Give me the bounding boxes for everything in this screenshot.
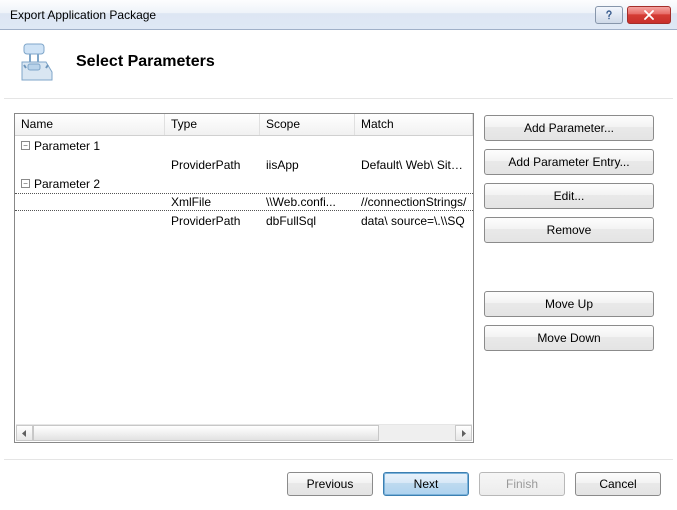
- add-parameter-button[interactable]: Add Parameter...: [484, 115, 654, 141]
- add-parameter-label: Add Parameter...: [524, 121, 614, 135]
- cell-match: //connectionStrings/: [355, 194, 473, 210]
- cell-match: data\ source=\.\\SQ: [355, 213, 473, 229]
- column-header-name[interactable]: Name: [15, 114, 165, 135]
- window-title: Export Application Package: [6, 8, 595, 22]
- add-parameter-entry-button[interactable]: Add Parameter Entry...: [484, 149, 654, 175]
- collapse-icon[interactable]: −: [21, 179, 30, 188]
- chevron-left-icon: [21, 430, 28, 437]
- help-icon: [604, 10, 614, 20]
- cell-scope: iisApp: [260, 157, 355, 173]
- help-button[interactable]: [595, 6, 623, 24]
- next-button[interactable]: Next: [383, 472, 469, 496]
- table-row[interactable]: − Parameter 2: [15, 174, 473, 193]
- finish-button: Finish: [479, 472, 565, 496]
- page-title: Select Parameters: [76, 53, 215, 71]
- add-parameter-entry-label: Add Parameter Entry...: [508, 155, 629, 169]
- edit-label: Edit...: [554, 189, 585, 203]
- cancel-label: Cancel: [599, 477, 636, 491]
- table-body: − Parameter 1 ProviderPath iisApp Defaul…: [15, 136, 473, 230]
- cell-type: XmlFile: [165, 194, 260, 210]
- package-icon: [16, 40, 60, 84]
- column-header-scope[interactable]: Scope: [260, 114, 355, 135]
- remove-label: Remove: [547, 223, 592, 237]
- row-name: Parameter 1: [34, 139, 100, 153]
- chevron-right-icon: [460, 430, 467, 437]
- scroll-thumb[interactable]: [33, 425, 379, 441]
- close-icon: [643, 10, 655, 20]
- edit-button[interactable]: Edit...: [484, 183, 654, 209]
- wizard-header: Select Parameters: [0, 30, 677, 98]
- table-row[interactable]: ProviderPath dbFullSql data\ source=\.\\…: [15, 211, 473, 230]
- table-row[interactable]: XmlFile \\Web.confi... //connectionStrin…: [15, 193, 473, 211]
- scroll-track[interactable]: [33, 425, 455, 441]
- move-down-label: Move Down: [537, 331, 600, 345]
- title-bar: Export Application Package: [0, 0, 677, 30]
- side-panel: Add Parameter... Add Parameter Entry... …: [484, 113, 654, 443]
- cell-scope: dbFullSql: [260, 213, 355, 229]
- row-name: Parameter 2: [34, 177, 100, 191]
- scroll-right-button[interactable]: [455, 425, 472, 441]
- window-buttons: [595, 6, 671, 24]
- move-up-label: Move Up: [545, 297, 593, 311]
- cell-match: Default\ Web\ Site/M: [355, 157, 473, 173]
- previous-label: Previous: [307, 477, 354, 491]
- scroll-left-button[interactable]: [16, 425, 33, 441]
- finish-label: Finish: [506, 477, 538, 491]
- table-row[interactable]: ProviderPath iisApp Default\ Web\ Site/M: [15, 155, 473, 174]
- close-button[interactable]: [627, 6, 671, 24]
- remove-button[interactable]: Remove: [484, 217, 654, 243]
- previous-button[interactable]: Previous: [287, 472, 373, 496]
- next-label: Next: [414, 477, 439, 491]
- table-header: Name Type Scope Match: [15, 114, 473, 136]
- column-header-match[interactable]: Match: [355, 114, 473, 135]
- cell-type: ProviderPath: [165, 157, 260, 173]
- cell-scope: \\Web.confi...: [260, 194, 355, 210]
- wizard-footer: Previous Next Finish Cancel: [0, 460, 677, 496]
- collapse-icon[interactable]: −: [21, 141, 30, 150]
- table-row[interactable]: − Parameter 1: [15, 136, 473, 155]
- column-header-type[interactable]: Type: [165, 114, 260, 135]
- main-content: Name Type Scope Match − Parameter 1 Prov…: [0, 99, 677, 451]
- horizontal-scrollbar[interactable]: [16, 424, 472, 441]
- cancel-button[interactable]: Cancel: [575, 472, 661, 496]
- move-up-button[interactable]: Move Up: [484, 291, 654, 317]
- parameters-table[interactable]: Name Type Scope Match − Parameter 1 Prov…: [14, 113, 474, 443]
- cell-type: ProviderPath: [165, 213, 260, 229]
- move-down-button[interactable]: Move Down: [484, 325, 654, 351]
